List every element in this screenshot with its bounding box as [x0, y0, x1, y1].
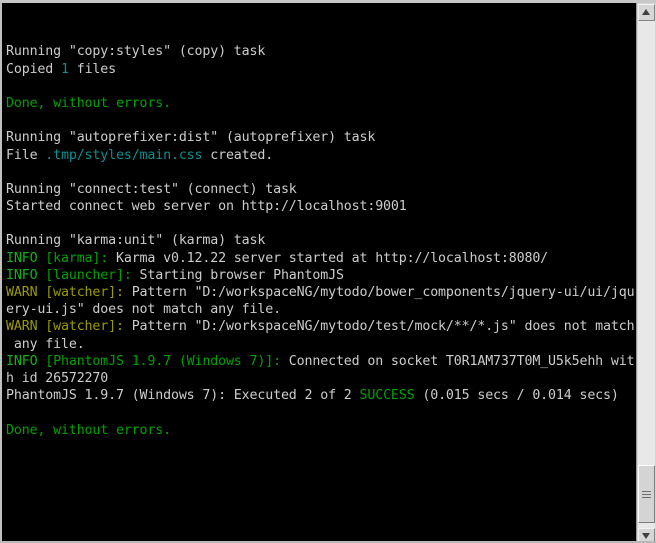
- grip-line-2: [642, 494, 651, 495]
- console-text-segment: INFO: [6, 250, 38, 266]
- console-text-segment: [launcher]:: [45, 267, 132, 283]
- console-text-segment: Started connect web server on http://loc…: [6, 199, 407, 215]
- console-line: Done, without errors.: [6, 95, 636, 112]
- console-line: Running "karma:unit" (karma) task: [6, 232, 636, 249]
- console-text-segment: [PhantomJS 1.9.7 (Windows 7)]:: [45, 353, 281, 369]
- console-line: Started connect web server on http://loc…: [6, 198, 636, 215]
- grip-line-1: [642, 491, 651, 492]
- triangle-down-icon: [642, 533, 650, 539]
- console-line: File .tmp/styles/main.css created.: [6, 147, 636, 164]
- console-line: PhantomJS 1.9.7 (Windows 7): Executed 2 …: [6, 387, 636, 404]
- console-text-segment: any file.: [6, 336, 85, 352]
- console-text-segment: Running "connect:test" (connect) task: [6, 181, 297, 197]
- console-output[interactable]: Running "copy:styles" (copy) task Copied …: [2, 3, 636, 541]
- console-line: INFO [launcher]: Starting browser Phanto…: [6, 267, 636, 284]
- console-text-segment: created.: [202, 147, 274, 163]
- console-line: Running "copy:styles" (copy) task: [6, 43, 636, 60]
- scrollbar-track[interactable]: [638, 21, 655, 528]
- grip-line-3: [642, 497, 651, 498]
- console-text-segment: 1: [61, 61, 69, 77]
- console-text-segment: INFO: [6, 353, 38, 369]
- scroll-down-arrow-icon[interactable]: [638, 528, 655, 541]
- console-line: Running "connect:test" (connect) task: [6, 181, 636, 198]
- console-text-segment: Karma v0.12.22 server started at http://…: [108, 250, 549, 266]
- console-line: WARN [watcher]: Pattern "D:/workspaceNG/…: [6, 318, 636, 335]
- console-line: Done, without errors.: [6, 422, 636, 439]
- console-line: h id 26572270: [6, 370, 636, 387]
- console-line: INFO [PhantomJS 1.9.7 (Windows 7)]: Conn…: [6, 353, 636, 370]
- console-text-segment: SUCCESS: [359, 388, 415, 404]
- console-text-segment: Pattern "D:/workspaceNG/mytodo/test/mock…: [123, 319, 635, 335]
- console-text-segment: Done, without errors.: [6, 95, 171, 111]
- console-text-segment: [watcher]:: [45, 319, 124, 335]
- console-line: ery-ui.js" does not match any file.: [6, 301, 636, 318]
- scrollbar-thumb[interactable]: [638, 465, 655, 523]
- scroll-up-arrow-icon[interactable]: [638, 4, 655, 21]
- console-text-segment: [karma]:: [45, 250, 109, 266]
- triangle-up-icon: [642, 9, 650, 15]
- vertical-scrollbar[interactable]: [636, 3, 656, 541]
- console-text-segment: ery-ui.js" does not match any file.: [6, 302, 281, 318]
- console-text-segment: Running "autoprefixer:dist" (autoprefixe…: [6, 130, 376, 146]
- console-text-segment: WARN: [6, 285, 38, 301]
- console-text-segment: Starting browser PhantomJS: [131, 267, 344, 283]
- console-text-segment: Running "karma:unit" (karma) task: [6, 233, 266, 249]
- console-text-segment: PhantomJS 1.9.7 (Windows 7): Executed 2 …: [6, 388, 360, 404]
- console-text-segment: files: [68, 61, 116, 77]
- console-line: Copied 1 files: [6, 61, 636, 78]
- console-text-segment: .tmp/styles/main.css: [45, 147, 203, 163]
- console-text-segment: Running "copy:styles" (copy) task: [6, 44, 266, 60]
- console-line: INFO [karma]: Karma v0.12.22 server star…: [6, 250, 636, 267]
- console-text-segment: WARN: [6, 319, 38, 335]
- console-text-segment: INFO: [6, 267, 38, 283]
- console-log-lines: Running "copy:styles" (copy) task Copied …: [6, 43, 636, 473]
- execution-time-chart: Execution Time (2014-08-27 09:57:15 UTC)…: [6, 525, 636, 541]
- console-line: any file.: [6, 336, 636, 353]
- console-text-segment: Pattern "D:/workspaceNG/mytodo/bower_com…: [123, 285, 635, 301]
- console-text-segment: Copied: [6, 61, 61, 77]
- console-text-segment: h id 26572270: [6, 370, 109, 386]
- console-text-segment: Done, without errors.: [6, 422, 171, 438]
- console-text-segment: File: [6, 147, 46, 163]
- terminal-window: Running "copy:styles" (copy) task Copied …: [0, 0, 656, 543]
- console-text-segment: (0.015 secs / 0.014 secs): [414, 388, 619, 404]
- console-text-segment: [watcher]:: [45, 285, 124, 301]
- console-line: Running "autoprefixer:dist" (autoprefixe…: [6, 129, 636, 146]
- console-text-segment: Connected on socket T0R1AM737T0M_U5k5ehh…: [280, 353, 635, 369]
- console-line: WARN [watcher]: Pattern "D:/workspaceNG/…: [6, 284, 636, 301]
